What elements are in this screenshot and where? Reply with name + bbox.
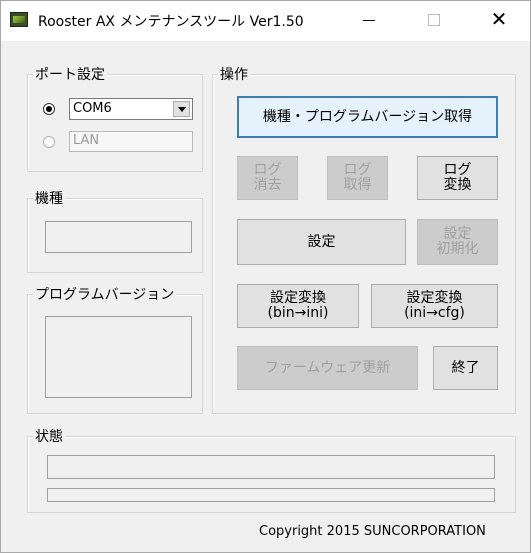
log-convert-button[interactable]: ログ 変換 <box>417 156 498 200</box>
log-clear-button[interactable]: ログ 消去 <box>237 156 298 200</box>
chevron-down-icon[interactable] <box>173 101 190 117</box>
status-display-1 <box>47 455 495 479</box>
operations-title: 操作 <box>218 64 250 84</box>
get-model-version-button[interactable]: 機種・プログラムバージョン取得 <box>237 96 498 138</box>
settings-button[interactable]: 設定 <box>237 219 406 265</box>
status-title: 状態 <box>33 426 65 446</box>
copyright-text: Copyright 2015 SUNCORPORATION <box>259 524 486 539</box>
status-progress <box>47 488 495 502</box>
lan-radio[interactable] <box>43 136 55 148</box>
close-icon: ✕ <box>490 7 508 31</box>
settings-init-button[interactable]: 設定 初期化 <box>417 219 498 265</box>
port-settings-group <box>27 74 203 172</box>
model-display <box>45 221 192 253</box>
model-title: 機種 <box>33 188 65 208</box>
lan-field[interactable]: LAN <box>69 131 193 152</box>
com-radio[interactable] <box>43 103 55 115</box>
app-icon <box>10 12 28 27</box>
firmware-update-button[interactable]: ファームウェア更新 <box>237 346 418 390</box>
exit-button[interactable]: 終了 <box>433 346 498 390</box>
program-version-display <box>45 316 192 398</box>
convert-ini-cfg-button[interactable]: 設定変換 (ini→cfg) <box>371 284 498 328</box>
com-port-select[interactable]: COM6 <box>69 98 193 120</box>
port-settings-title: ポート設定 <box>33 64 107 84</box>
program-version-title: プログラムバージョン <box>33 284 177 304</box>
close-button[interactable]: ✕ <box>476 1 522 39</box>
minimize-button[interactable] <box>346 1 392 39</box>
convert-bin-ini-button[interactable]: 設定変換 (bin→ini) <box>237 284 359 328</box>
maximize-button[interactable] <box>411 1 457 39</box>
window-title: Rooster AX メンテナンスツール Ver1.50 <box>38 14 304 30</box>
com-port-value: COM6 <box>73 101 112 116</box>
log-get-button[interactable]: ログ 取得 <box>327 156 388 200</box>
